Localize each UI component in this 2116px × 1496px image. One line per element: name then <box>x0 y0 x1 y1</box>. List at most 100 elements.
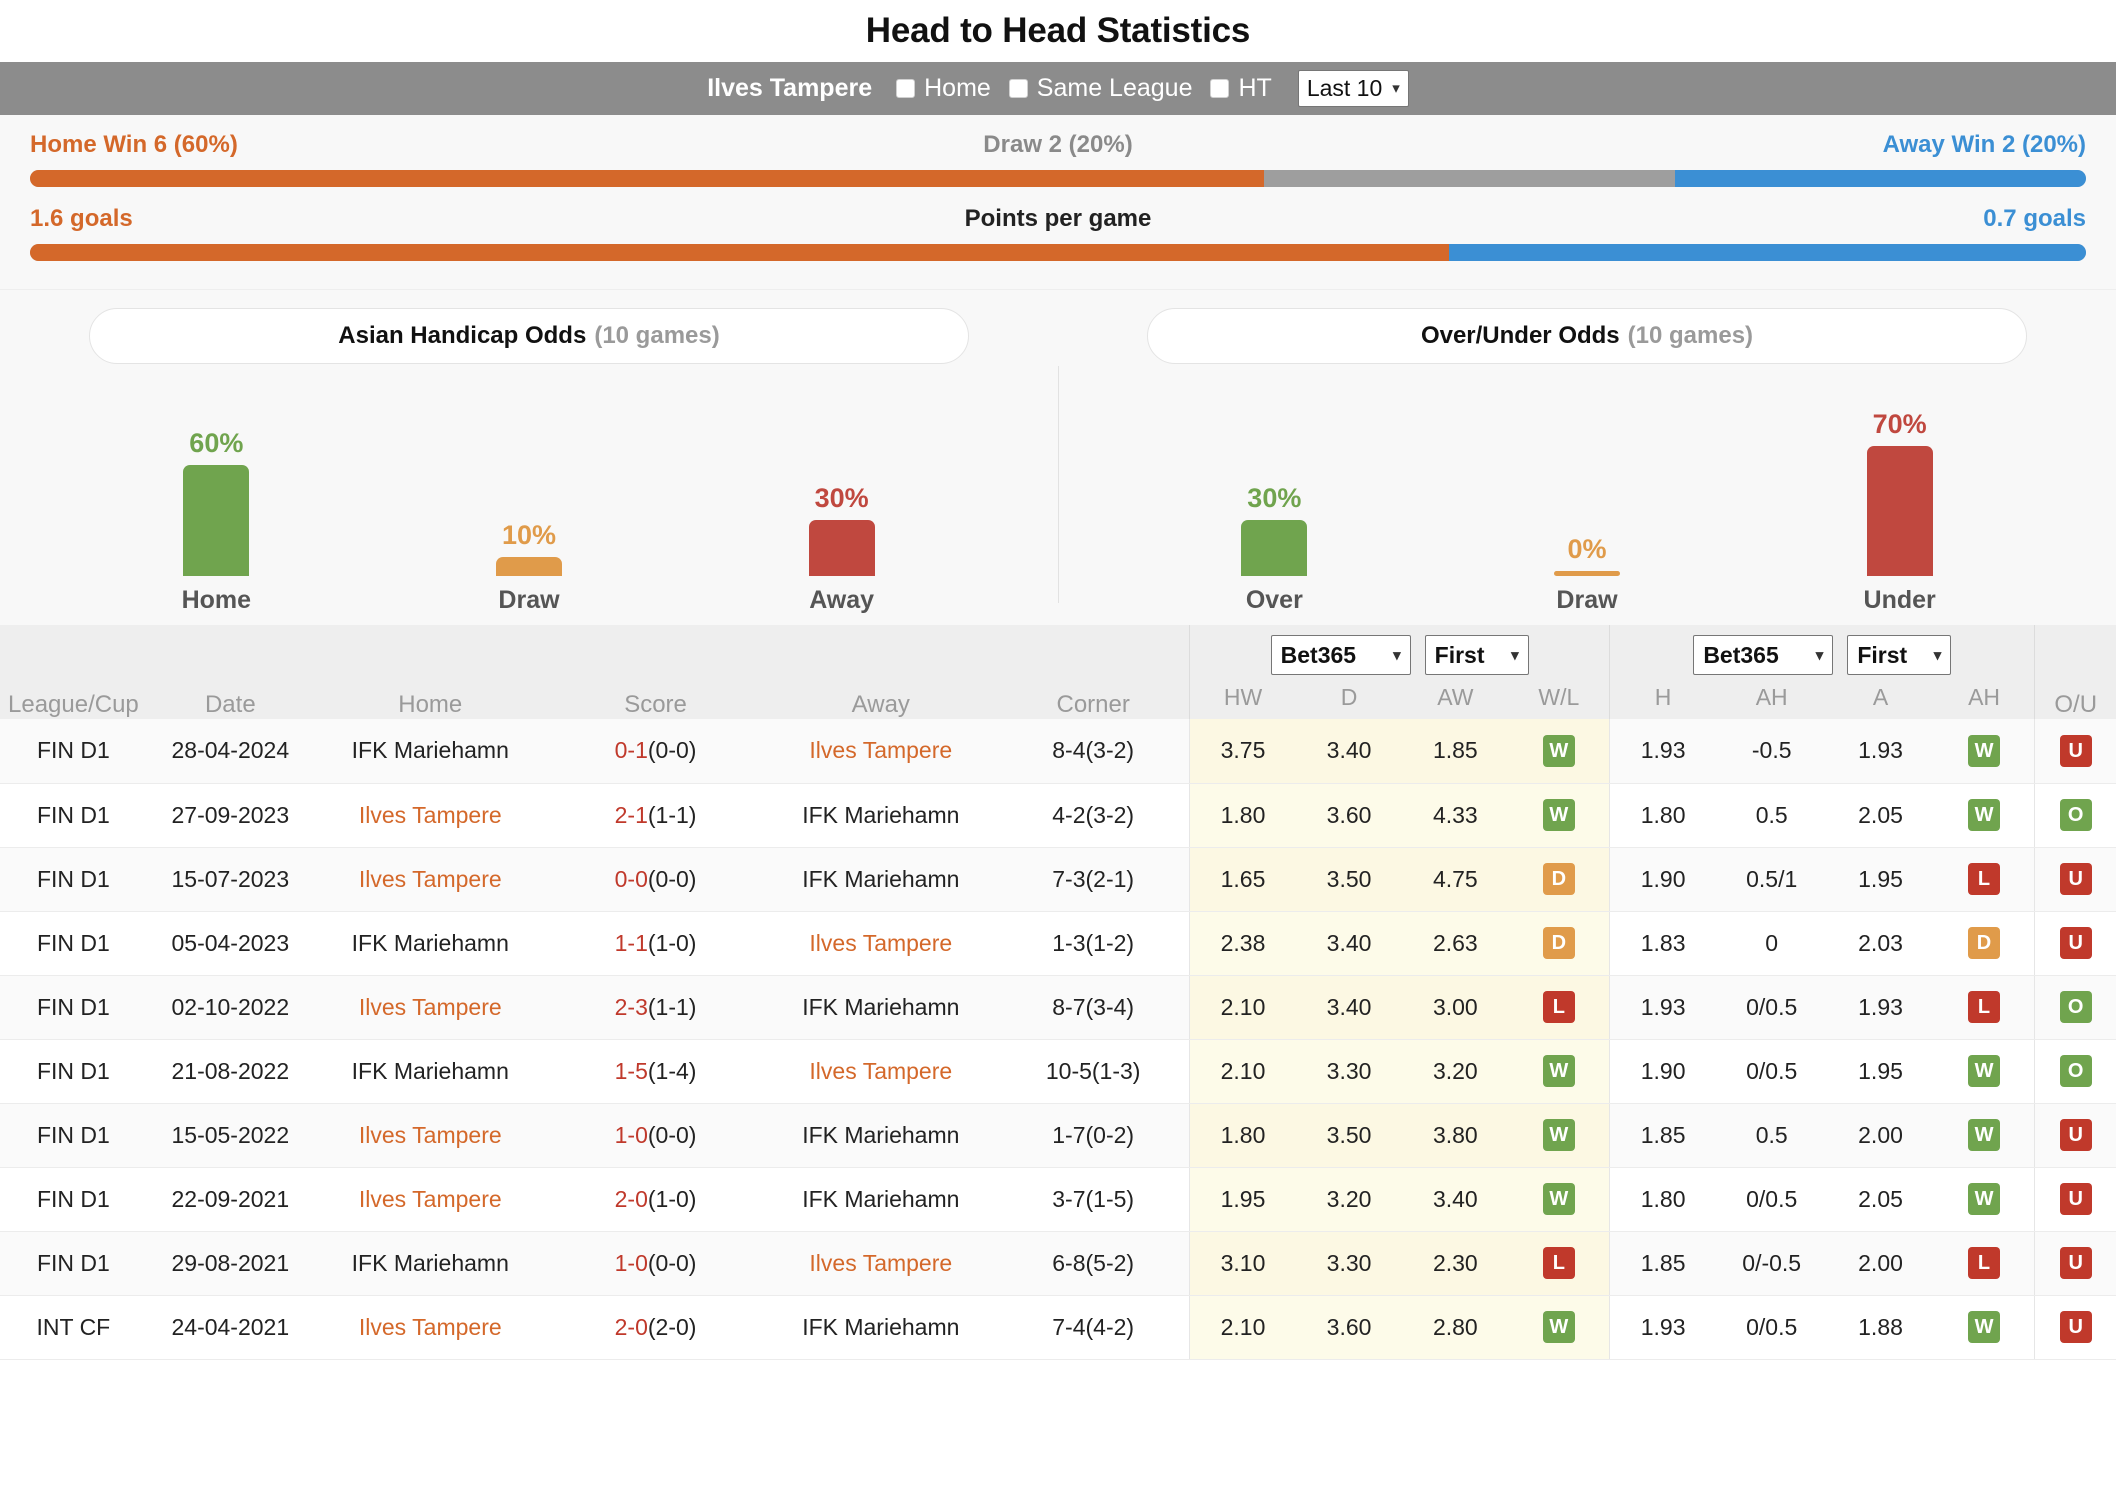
cell-ou: U <box>2034 1167 2116 1232</box>
cell-date: 27-09-2023 <box>146 783 314 848</box>
cell-a: 1.95 <box>1827 847 1934 912</box>
table-row[interactable]: FIN D1 27-09-2023 Ilves Tampere 2-1(1-1) IFK… <box>0 783 2116 848</box>
col-away: Away <box>764 625 998 719</box>
h2h-table: League/Cup Date Home Score Away Corner B… <box>0 625 2116 1360</box>
cell-wl: L <box>1508 1231 1610 1296</box>
phase-select-1[interactable]: First ▾ <box>1424 635 1529 675</box>
cell-away: Ilves Tampere <box>764 719 998 784</box>
table-row[interactable]: FIN D1 05-04-2023 IFK Mariehamn 1-1(1-0) Ilv… <box>0 911 2116 976</box>
checkbox-home[interactable]: Home <box>896 74 991 103</box>
table-row[interactable]: FIN D1 21-08-2022 IFK Mariehamn 1-5(1-4) Ilv… <box>0 1039 2116 1104</box>
col-date: Date <box>146 625 314 719</box>
bar-pct-draw-ou: 0% <box>1567 534 1607 564</box>
bookmaker-select-2[interactable]: Bet365 ▾ <box>1693 635 1834 675</box>
cell-a: 2.00 <box>1827 1103 1934 1168</box>
cell-ah2: W <box>1933 783 2035 848</box>
page-header: Head to Head Statistics <box>0 0 2116 62</box>
cell-corner: 1-7(0-2) <box>997 1103 1190 1168</box>
cell-wl: W <box>1508 1167 1610 1232</box>
cell-aw: 2.63 <box>1402 911 1509 976</box>
result-bar-away <box>1674 170 2086 187</box>
cell-wl: D <box>1508 911 1610 976</box>
checkbox-box-home[interactable] <box>896 79 916 98</box>
cell-ah2: L <box>1933 1231 2035 1296</box>
range-select[interactable]: Last 10 ▾ <box>1297 70 1409 107</box>
status-badge: W <box>1542 1055 1575 1087</box>
cell-corner: 1-3(1-2) <box>997 911 1190 976</box>
over-under-title-pill[interactable]: Over/Under Odds (10 games) <box>1147 308 2027 364</box>
status-badge: W <box>1542 799 1575 831</box>
bookmaker-select-1[interactable]: Bet365 ▾ <box>1270 635 1411 675</box>
cell-ah1: 0/0.5 <box>1716 1039 1828 1104</box>
cell-league: FIN D1 <box>0 911 147 976</box>
phase-select-2[interactable]: First ▾ <box>1847 635 1952 675</box>
bar-shape-away <box>808 520 875 576</box>
bar-col-draw-ou: 0% Draw <box>1487 390 1687 615</box>
odds-group-2-header: Bet365 ▾ First ▾ <box>1609 625 2035 677</box>
cell-away: IFK Mariehamn <box>764 975 998 1040</box>
table-row[interactable]: FIN D1 22-09-2021 Ilves Tampere 2-0(1-0) IFK… <box>0 1167 2116 1232</box>
status-badge: W <box>1542 1119 1575 1151</box>
cell-ah1: 0.5 <box>1716 783 1828 848</box>
checkbox-label-same-league: Same League <box>1036 74 1193 102</box>
cell-date: 29-08-2021 <box>146 1231 314 1296</box>
home-goals-label: 1.6 goals <box>30 205 133 232</box>
checkbox-box-same-league[interactable] <box>1008 79 1028 98</box>
checkbox-same-league[interactable]: Same League <box>1008 74 1193 103</box>
table-row[interactable]: FIN D1 15-07-2023 Ilves Tampere 0-0(0-0) IFK… <box>0 847 2116 912</box>
cell-away: Ilves Tampere <box>764 911 998 976</box>
cell-score: 1-1(1-0) <box>546 911 765 976</box>
asian-handicap-title-pill[interactable]: Asian Handicap Odds (10 games) <box>89 308 969 364</box>
asian-handicap-panel: Asian Handicap Odds (10 games) 60% Home … <box>0 304 1058 625</box>
cell-ah1: 0.5/1 <box>1716 847 1828 912</box>
result-progress-bar <box>30 170 2086 187</box>
cell-date: 02-10-2022 <box>146 975 314 1040</box>
checkbox-box-ht[interactable] <box>1210 79 1230 98</box>
cell-ou: U <box>2034 719 2116 784</box>
cell-ah2: W <box>1933 1295 2035 1360</box>
cell-hw: 1.65 <box>1189 847 1296 912</box>
table-row[interactable]: INT CF 24-04-2021 Ilves Tampere 2-0(2-0) IFK… <box>0 1295 2116 1360</box>
status-badge: O <box>2059 991 2092 1023</box>
cell-away: Ilves Tampere <box>764 1039 998 1104</box>
page-title: Head to Head Statistics <box>865 11 1251 50</box>
result-bar-draw <box>1263 170 1675 187</box>
status-badge: W <box>1542 734 1575 767</box>
status-badge: U <box>2059 927 2092 959</box>
cell-corner: 10-5(1-3) <box>997 1039 1190 1104</box>
cell-away: IFK Mariehamn <box>764 1167 998 1232</box>
checkbox-ht[interactable]: HT <box>1210 74 1272 103</box>
table-row[interactable]: FIN D1 15-05-2022 Ilves Tampere 1-0(0-0) IFK… <box>0 1103 2116 1168</box>
cell-score: 0-0(0-0) <box>546 847 765 912</box>
goals-summary-row: 1.6 goals Points per game 0.7 goals <box>30 205 2086 261</box>
table-row[interactable]: FIN D1 28-04-2024 IFK Mariehamn 0-1(0-0) Ilv… <box>0 719 2116 784</box>
status-badge: W <box>1968 1311 2001 1343</box>
cell-hw: 1.80 <box>1189 783 1296 848</box>
status-badge: U <box>2059 1247 2092 1279</box>
bar-col-away: 30% Away <box>742 390 942 615</box>
table-row[interactable]: FIN D1 29-08-2021 IFK Mariehamn 1-0(0-0) Ilv… <box>0 1231 2116 1296</box>
goals-bar-home <box>30 244 1449 261</box>
phase-select-1-value: First <box>1434 641 1485 668</box>
cell-wl: W <box>1508 1039 1610 1104</box>
status-badge: O <box>2059 799 2092 831</box>
cell-date: 05-04-2023 <box>146 911 314 976</box>
cell-hw: 1.95 <box>1189 1167 1296 1232</box>
col-ou: O/U <box>2034 625 2116 719</box>
status-badge: U <box>2059 1311 2092 1343</box>
home-win-label: Home Win 6 (60%) <box>30 131 238 158</box>
cell-h: 1.83 <box>1609 911 1717 976</box>
cell-hw: 1.80 <box>1189 1103 1296 1168</box>
cell-h: 1.93 <box>1609 1295 1717 1360</box>
range-select-value: Last 10 <box>1306 74 1383 101</box>
cell-home: Ilves Tampere <box>313 1295 547 1360</box>
table-row[interactable]: FIN D1 02-10-2022 Ilves Tampere 2-3(1-1) IFK… <box>0 975 2116 1040</box>
cell-score: 1-0(0-0) <box>546 1231 765 1296</box>
bar-pct-over: 30% <box>1247 483 1302 513</box>
cell-a: 2.03 <box>1827 911 1934 976</box>
cell-home: Ilves Tampere <box>313 975 547 1040</box>
cell-ah1: 0/0.5 <box>1716 1167 1828 1232</box>
h2h-page: Head to Head Statistics Ilves Tampere Ho… <box>0 0 2116 1360</box>
cell-score: 0-1(0-0) <box>546 719 765 784</box>
result-summary-row: Home Win 6 (60%) Draw 2 (20%) Away Win 2… <box>30 131 2086 187</box>
